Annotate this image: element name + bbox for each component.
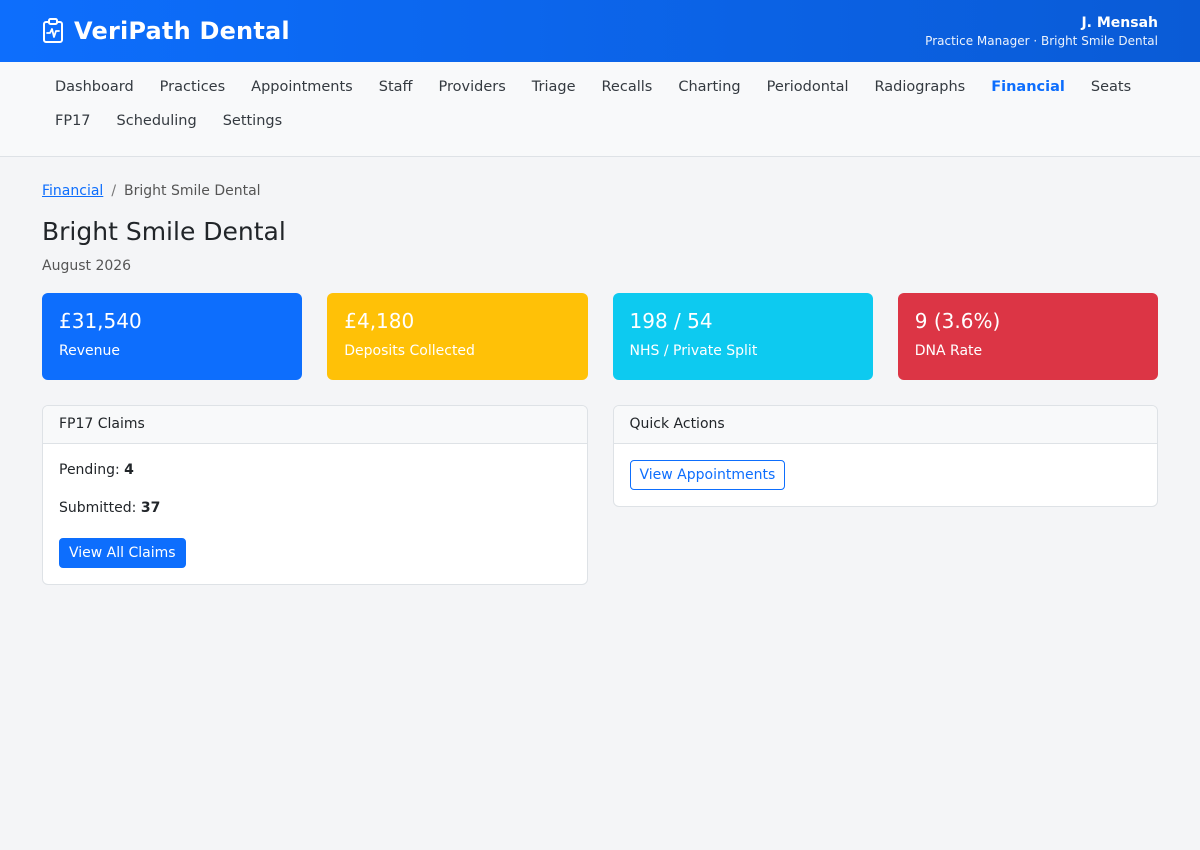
nav-item-dashboard[interactable]: Dashboard xyxy=(42,76,147,110)
quick-actions-panel: Quick Actions View Appointments xyxy=(612,405,1158,507)
stat-value: £4,180 xyxy=(344,309,415,333)
page-title: Bright Smile Dental xyxy=(42,217,286,246)
breadcrumb-link-financial[interactable]: Financial xyxy=(42,183,103,199)
panel-title: Quick Actions xyxy=(613,406,1157,444)
main-nav: Dashboard Practices Appointments Staff P… xyxy=(0,62,1200,157)
nav-item-radiographs[interactable]: Radiographs xyxy=(861,76,978,110)
top-bar: VeriPath Dental J. Mensah Practice Manag… xyxy=(0,0,1200,62)
nav-item-charting[interactable]: Charting xyxy=(665,76,753,110)
view-all-claims-button[interactable]: View All Claims xyxy=(59,538,186,568)
view-appointments-button[interactable]: View Appointments xyxy=(629,460,786,490)
pending-claims: Pending: 4 xyxy=(59,462,571,478)
user-info[interactable]: J. Mensah Practice Manager · Bright Smil… xyxy=(925,15,1158,48)
breadcrumb-current: Bright Smile Dental xyxy=(124,183,261,199)
nav-item-financial[interactable]: Financial xyxy=(978,76,1078,110)
submitted-count: 37 xyxy=(140,500,161,516)
nav-item-recalls[interactable]: Recalls xyxy=(589,76,666,110)
panel-title: FP17 Claims xyxy=(43,406,587,444)
nav-item-triage[interactable]: Triage xyxy=(519,76,589,110)
brand-name: VeriPath Dental xyxy=(74,17,290,45)
brand[interactable]: VeriPath Dental xyxy=(42,17,290,45)
submitted-claims: Submitted: 37 xyxy=(59,500,571,516)
stat-value: 9 (3.6%) xyxy=(914,309,1001,333)
nav-item-practices[interactable]: Practices xyxy=(147,76,238,110)
stat-card-dna-rate: 9 (3.6%) DNA Rate xyxy=(897,293,1158,380)
submitted-label: Submitted: xyxy=(59,500,137,516)
nav-item-seats[interactable]: Seats xyxy=(1078,76,1144,110)
stat-card-deposits: £4,180 Deposits Collected xyxy=(327,293,588,380)
nav-item-appointments[interactable]: Appointments xyxy=(238,76,366,110)
stat-value: £31,540 xyxy=(59,309,142,333)
stat-card-nhs-private-split: 198 / 54 NHS / Private Split xyxy=(612,293,873,380)
stat-label: DNA Rate xyxy=(914,343,983,359)
nav-item-periodontal[interactable]: Periodontal xyxy=(754,76,862,110)
breadcrumb-separator: / xyxy=(111,183,117,199)
fp17-claims-panel: FP17 Claims Pending: 4 Submitted: 37 Vie… xyxy=(42,405,588,585)
clipboard-pulse-icon xyxy=(42,18,64,44)
nav-item-fp17[interactable]: FP17 xyxy=(42,110,104,144)
stat-cards: £31,540 Revenue £4,180 Deposits Collecte… xyxy=(42,293,1158,380)
stat-label: Revenue xyxy=(59,343,120,359)
stat-label: NHS / Private Split xyxy=(629,343,758,359)
nav-item-settings[interactable]: Settings xyxy=(210,110,295,144)
pending-label: Pending: xyxy=(59,462,120,478)
stat-label: Deposits Collected xyxy=(344,343,475,359)
nav-item-providers[interactable]: Providers xyxy=(426,76,519,110)
panel-body: Pending: 4 Submitted: 37 View All Claims xyxy=(43,444,587,584)
stat-value: 198 / 54 xyxy=(629,309,713,333)
user-role: Practice Manager · Bright Smile Dental xyxy=(925,33,1158,48)
nav-item-scheduling[interactable]: Scheduling xyxy=(104,110,210,144)
stat-card-revenue: £31,540 Revenue xyxy=(42,293,303,380)
page-subtitle: August 2026 xyxy=(42,258,132,274)
breadcrumb: Financial / Bright Smile Dental xyxy=(42,183,1158,199)
panels: FP17 Claims Pending: 4 Submitted: 37 Vie… xyxy=(42,405,1158,585)
main-content: Financial / Bright Smile Dental Bright S… xyxy=(0,157,1200,585)
user-name: J. Mensah xyxy=(1081,14,1158,31)
panel-body: View Appointments xyxy=(614,444,1158,506)
nav-item-staff[interactable]: Staff xyxy=(366,76,426,110)
pending-count: 4 xyxy=(124,462,134,478)
